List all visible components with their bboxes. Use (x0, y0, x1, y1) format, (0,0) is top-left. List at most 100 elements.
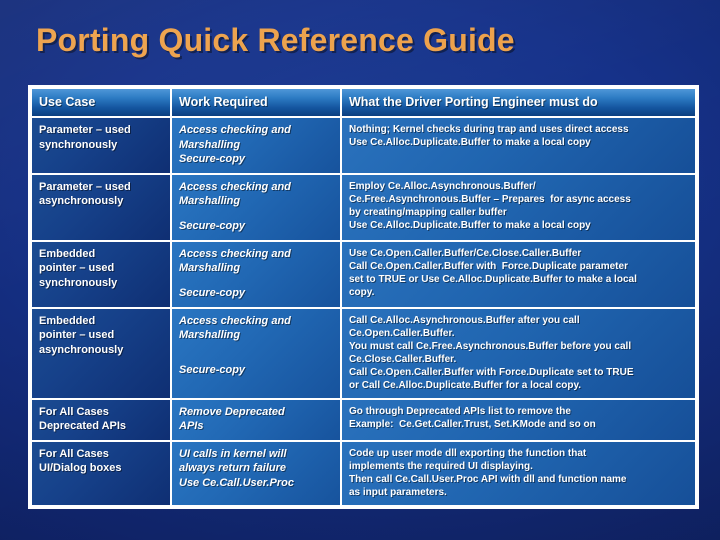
cell-text: Embedded pointer – used synchronously (39, 247, 163, 291)
cell-use-case: Embedded pointer – used synchronously (32, 241, 170, 307)
cell-engineer-must-do: Call Ce.Alloc.Asynchronous.Buffer after … (342, 308, 695, 398)
cell-text: For All Cases UI/Dialog boxes (39, 447, 163, 476)
cell-work-required: Access checking and Marshalling Secure-cop… (172, 174, 340, 240)
cell-line: Then call Ce.Call.User.Proc API with dll… (349, 473, 627, 485)
cell-line: Deprecated APIs (39, 420, 127, 433)
cell-line: synchronously (39, 138, 118, 151)
cell-line: asynchronously (39, 195, 124, 208)
cell-line: Marshalling (179, 329, 241, 342)
cell-line: always return failure (179, 462, 286, 475)
cell-line: Call Ce.Alloc.Asynchronous.Buffer after … (349, 314, 580, 326)
cell-text: Employ Ce.Alloc.Asynchronous.Buffer/Ce.F… (349, 180, 688, 232)
cell-text: Access checking and Marshalling Secure-cop… (179, 314, 333, 378)
cell-line: set to TRUE or Use Ce.Alloc.Duplicate.Bu… (349, 273, 637, 285)
cell-line: or Call Ce.Alloc.Duplicate.Buffer for a … (349, 379, 582, 391)
porting-reference-table: Use Case Work Required What the Driver P… (28, 85, 699, 509)
table-row: Embedded pointer – used synchronously Acces… (32, 241, 695, 307)
cell-work-required: UI calls in kernel will always return fai… (172, 441, 340, 505)
cell-line: Use Ce.Alloc.Duplicate.Buffer to make a … (349, 137, 591, 148)
table-row: Embedded pointer – used asynchronously Acce… (32, 308, 695, 398)
cell-work-required: Access checking and Marshalling Secure-cop… (172, 308, 340, 398)
page-title: Porting Quick Reference Guide (36, 22, 515, 58)
cell-line: Access checking and (179, 314, 291, 327)
column-header-engineer-must-do: What the Driver Porting Engineer must do (342, 89, 695, 116)
cell-line: Secure-copy (179, 364, 246, 377)
cell-text: Embedded pointer – used asynchronously (39, 314, 163, 358)
cell-text: Use Ce.Open.Caller.Buffer/Ce.Close.Calle… (349, 247, 688, 299)
cell-line: Secure-copy (179, 153, 246, 166)
table-row: Parameter – used synchronously Access chec… (32, 118, 695, 173)
cell-line: pointer – used (39, 262, 115, 275)
cell-text: For All Cases Deprecated APIs (39, 405, 163, 434)
cell-text: Code up user mode dll exporting the func… (349, 447, 688, 499)
cell-text: Parameter – used synchronously (39, 123, 163, 152)
cell-line: asynchronously (39, 343, 124, 356)
cell-line: APIs (179, 420, 204, 433)
cell-line: Nothing; Kernel checks during trap and u… (349, 124, 629, 135)
cell-line (179, 353, 333, 363)
cell-line: Use Ce.Open.Caller.Buffer/Ce.Close.Calle… (349, 247, 582, 259)
cell-use-case: For All Cases Deprecated APIs (32, 399, 170, 440)
cell-line (179, 209, 333, 219)
table-body: Parameter – used synchronously Access chec… (32, 118, 695, 505)
cell-text: Parameter – used asynchronously (39, 180, 163, 209)
slide-canvas: Porting Quick Reference Guide Use Case W… (0, 0, 720, 540)
cell-line (179, 343, 333, 353)
table-row: For All Cases UI/Dialog boxes UI calls in … (32, 441, 695, 505)
cell-engineer-must-do: Use Ce.Open.Caller.Buffer/Ce.Close.Calle… (342, 241, 695, 307)
cell-line: Parameter – used (39, 180, 131, 193)
cell-line: Example: Ce.Get.Caller.Trust, Set.KMode … (349, 418, 596, 430)
cell-text: Go through Deprecated APIs list to remov… (349, 405, 688, 431)
table-header-row: Use Case Work Required What the Driver P… (32, 89, 695, 116)
cell-use-case: Parameter – used asynchronously (32, 174, 170, 240)
cell-engineer-must-do: Employ Ce.Alloc.Asynchronous.Buffer/Ce.F… (342, 174, 695, 240)
cell-line: Go through Deprecated APIs list to remov… (349, 405, 571, 417)
cell-line: For All Cases (39, 405, 109, 418)
cell-line: Use Ce.Call.User.Proc (179, 476, 294, 489)
cell-line: Access checking and (179, 124, 291, 136)
table-header: Use Case Work Required What the Driver P… (32, 89, 695, 116)
cell-line: Access checking and (179, 180, 291, 193)
cell-line: Access checking and (179, 247, 291, 260)
cell-line: Marshalling (179, 138, 241, 151)
cell-line: For All Cases (39, 447, 109, 460)
cell-work-required: Access checking and Marshalling Secure-cop… (172, 241, 340, 307)
cell-line: by creating/mapping caller buffer (349, 206, 507, 218)
cell-line: implements the required UI displaying. (349, 460, 533, 472)
cell-line: Ce.Open.Caller.Buffer. (349, 327, 455, 339)
cell-line: synchronously (39, 276, 118, 289)
cell-work-required: Remove Deprecated APIs (172, 399, 340, 440)
cell-use-case: For All Cases UI/Dialog boxes (32, 441, 170, 505)
cell-line: Secure-copy (179, 220, 246, 233)
cell-line: Remove Deprecated (179, 405, 285, 418)
cell-line: Employ Ce.Alloc.Asynchronous.Buffer/ (349, 180, 536, 192)
column-header-work-required: Work Required (172, 89, 340, 116)
cell-line: Embedded (39, 314, 96, 327)
cell-line: Marshalling (179, 195, 241, 208)
cell-text: Access checking and Marshalling Secure-cop… (179, 247, 333, 301)
cell-text: Call Ce.Alloc.Asynchronous.Buffer after … (349, 314, 688, 392)
table-row: For All Cases Deprecated APIs Remove Depre… (32, 399, 695, 440)
cell-use-case: Embedded pointer – used asynchronously (32, 308, 170, 398)
cell-line: UI calls in kernel will (179, 447, 287, 460)
cell-text: Access checking and Marshalling Secure-cop… (179, 123, 333, 167)
cell-engineer-must-do: Go through Deprecated APIs list to remov… (342, 399, 695, 440)
cell-line: Use Ce.Alloc.Duplicate.Buffer to make a … (349, 219, 591, 231)
cell-line: Call Ce.Open.Caller.Buffer with Force.Du… (349, 366, 634, 378)
cell-text: Remove Deprecated APIs (179, 405, 333, 434)
cell-text: UI calls in kernel will always return fai… (179, 447, 333, 491)
cell-work-required: Access checking and Marshalling Secure-cop… (172, 118, 340, 173)
porting-reference-table-container: Use Case Work Required What the Driver P… (28, 85, 699, 509)
cell-text: Nothing; Kernel checks during trap and u… (349, 123, 688, 149)
cell-line: Embedded (39, 247, 96, 260)
cell-line: UI/Dialog boxes (39, 462, 122, 475)
cell-engineer-must-do: Code up user mode dll exporting the func… (342, 441, 695, 505)
column-header-use-case: Use Case (32, 89, 170, 116)
cell-line: as input parameters. (349, 486, 447, 498)
cell-line: Marshalling (179, 262, 241, 275)
cell-line: Secure-copy (179, 287, 246, 299)
cell-line: You must call Ce.Free.Asynchronous.Buffe… (349, 340, 632, 352)
cell-line: Parameter – used (39, 124, 131, 136)
cell-line: copy. (349, 286, 375, 298)
cell-line (179, 276, 333, 286)
